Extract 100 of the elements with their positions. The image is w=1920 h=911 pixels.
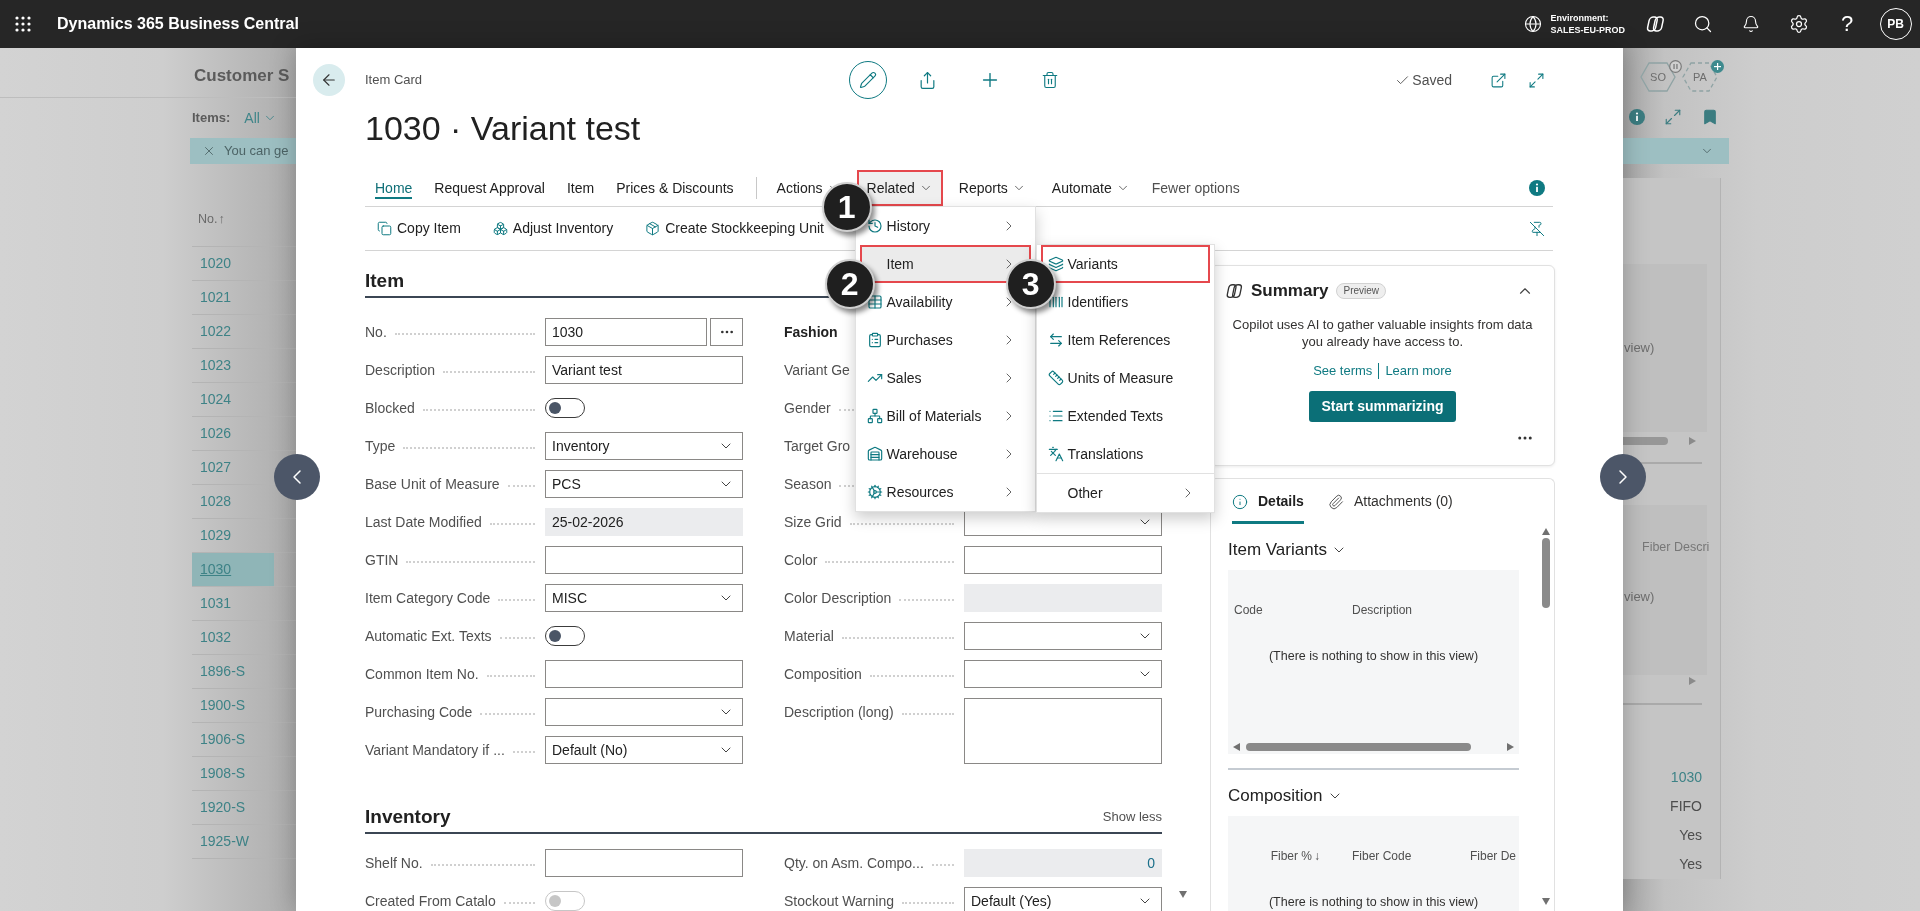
info-icon[interactable]: [1629, 109, 1645, 125]
dropdown-field[interactable]: [545, 698, 743, 726]
column-header[interactable]: Code: [1234, 601, 1263, 619]
dropdown-field[interactable]: PCS: [545, 470, 743, 498]
column-header[interactable]: Fiber %: [1270, 847, 1312, 865]
ribbon-menu-button[interactable]: Automate: [1041, 170, 1140, 206]
sort-indicator: ↑: [218, 210, 225, 228]
ribbon-tab[interactable]: Item: [566, 170, 595, 206]
text-area-field[interactable]: [964, 698, 1162, 764]
scroll-up-arrow-icon[interactable]: [1542, 528, 1550, 535]
card-title: Summary: [1251, 280, 1329, 303]
banner-text: You can ge: [224, 142, 289, 161]
history-icon: [866, 218, 883, 234]
column-header[interactable]: Description: [1352, 601, 1413, 619]
text-link[interactable]: See terms: [1313, 362, 1373, 379]
expand-icon[interactable]: [1528, 72, 1545, 89]
text-field[interactable]: Variant test: [545, 356, 743, 384]
search-icon[interactable]: [1693, 14, 1713, 34]
scroll-down-arrow-icon[interactable]: [1542, 898, 1550, 905]
text-field[interactable]: [964, 546, 1162, 574]
start-summarizing-button[interactable]: Start summarizing: [1309, 391, 1456, 422]
dropdown-field[interactable]: [964, 660, 1162, 688]
copy-icon: [377, 221, 392, 236]
show-less-link[interactable]: Show less: [1102, 807, 1162, 827]
part-title[interactable]: Composition: [1228, 783, 1323, 809]
summary-text: Copilot uses AI to gather valuable insights from data you already have access to.: [1231, 316, 1534, 350]
text-field[interactable]: [545, 660, 743, 688]
back-button[interactable]: [313, 64, 345, 96]
interlinked-loops-icon[interactable]: [1645, 14, 1665, 34]
text-field[interactable]: [545, 546, 743, 574]
ribbon-menu-button[interactable]: Reports: [948, 170, 1036, 206]
action-button[interactable]: Create Stockkeeping Unit: [645, 218, 824, 239]
plus-icon: [1711, 60, 1724, 73]
ribbon-tab[interactable]: Home: [375, 170, 413, 206]
interlinked-loops-icon: [1225, 282, 1243, 300]
toggle-switch[interactable]: [545, 398, 585, 418]
text-field[interactable]: 1030: [545, 318, 707, 346]
scrollbar-thumb[interactable]: [1246, 742, 1471, 751]
list-icon: [1047, 408, 1064, 424]
scroll-right-arrow-icon[interactable]: [1507, 742, 1514, 751]
empty-list-message: (There is nothing to show in this view): [1267, 894, 1480, 911]
field-label: Blocked: [365, 398, 415, 418]
ribbon-tab[interactable]: Prices & Discounts: [616, 170, 734, 206]
part-title[interactable]: Item Variants: [1228, 537, 1327, 563]
action-button[interactable]: Copy Item: [377, 218, 461, 239]
info-icon[interactable]: [1529, 180, 1545, 196]
close-icon[interactable]: [202, 144, 216, 158]
text-link[interactable]: Learn more: [1385, 362, 1452, 379]
scrollbar-thumb[interactable]: [1623, 437, 1668, 445]
trash-icon[interactable]: [1041, 71, 1059, 89]
app-grid-icon[interactable]: [15, 16, 31, 32]
save-status: Saved: [1412, 71, 1452, 90]
text-field[interactable]: [545, 849, 743, 877]
scrollbar-thumb[interactable]: [1542, 538, 1550, 608]
column-header[interactable]: Fiber Code: [1352, 847, 1412, 865]
factbox-tab[interactable]: Attachments (0): [1327, 479, 1453, 524]
assist-button[interactable]: [710, 318, 743, 346]
section-title: Inventory: [365, 805, 451, 829]
action-button[interactable]: Adjust Inventory: [492, 218, 614, 239]
record-title: 1030 · Variant test: [365, 108, 641, 149]
field-label: Base Unit of Measure: [365, 474, 500, 494]
menu-item[interactable]: Variants: [1040, 245, 1210, 283]
environment-name: SALES-EU-PROD: [1550, 24, 1625, 36]
share-icon[interactable]: [918, 70, 937, 90]
open-in-new-window-icon[interactable]: [1490, 72, 1507, 89]
toggle-switch[interactable]: [545, 626, 585, 646]
package-icon: [645, 221, 661, 236]
factbox-tab[interactable]: Details: [1232, 479, 1304, 524]
section-title: Item: [365, 269, 405, 293]
field-value: Yes: [1679, 855, 1702, 874]
menu-item[interactable]: Other: [1040, 474, 1210, 512]
field-label: Size Grid: [784, 512, 842, 532]
settings-icon[interactable]: [1789, 14, 1809, 34]
help-button[interactable]: ?: [1840, 12, 1854, 36]
fewer-options-button[interactable]: Fewer options: [1145, 170, 1246, 206]
read-only-field: 25-02-2026: [545, 508, 743, 536]
field-label: Item Category Code: [365, 588, 491, 608]
notifications-icon[interactable]: [1742, 15, 1760, 33]
dropdown-field[interactable]: Default (Yes): [964, 887, 1162, 911]
field-label: Shelf No.: [365, 853, 423, 873]
environment-label: Environment:: [1550, 12, 1610, 24]
empty-list-message: view): [1624, 587, 1656, 606]
dropdown-field[interactable]: Default (No): [545, 736, 743, 764]
scroll-left-arrow-icon[interactable]: [1233, 742, 1240, 751]
expand-icon[interactable]: [1664, 108, 1682, 126]
field-label: Material: [784, 626, 834, 646]
ribbon-tab[interactable]: Request Approval: [434, 170, 545, 206]
field-label: Automatic Ext. Texts: [365, 626, 492, 646]
bookmark-icon[interactable]: [1701, 108, 1719, 126]
dropdown-field[interactable]: MISC: [545, 584, 743, 612]
unpin-icon[interactable]: [1529, 220, 1545, 237]
pencil-icon: [859, 71, 877, 89]
dropdown-field[interactable]: Inventory: [545, 432, 743, 460]
dropdown-field[interactable]: [964, 622, 1162, 650]
layers-icon: [1047, 256, 1064, 272]
info-icon: [1232, 493, 1248, 510]
page-title: Customer S: [194, 64, 290, 87]
scroll-down-arrow-icon[interactable]: [1179, 891, 1187, 898]
column-header[interactable]: Fiber De: [1470, 847, 1516, 865]
boxes-icon: [492, 221, 508, 236]
